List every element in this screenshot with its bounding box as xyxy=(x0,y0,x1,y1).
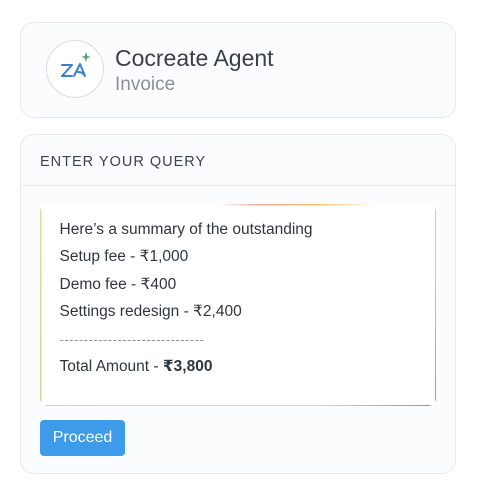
query-input[interactable]: Here’s a summary of the outstanding Setu… xyxy=(41,205,435,405)
total-amount: ₹3,800 xyxy=(162,358,213,375)
query-input-border: Here’s a summary of the outstanding Setu… xyxy=(40,204,436,406)
query-line-summary: Here’s a summary of the outstanding xyxy=(59,220,313,238)
query-title: ENTER YOUR QUERY xyxy=(40,154,207,170)
query-card: ENTER YOUR QUERY Here’s a summary of the… xyxy=(20,134,456,474)
query-header: ENTER YOUR QUERY xyxy=(21,135,455,186)
zia-sparkle-logo-icon xyxy=(61,52,91,77)
agent-card: Cocreate Agent Invoice xyxy=(20,22,456,118)
query-total: Total Amount - ₹3,800 xyxy=(60,356,435,378)
query-divider: ------------------------------ xyxy=(59,331,205,347)
agent-name: Cocreate Agent xyxy=(115,45,274,71)
total-label: Total Amount - xyxy=(59,358,163,375)
agent-subtitle: Invoice xyxy=(115,74,176,95)
query-line-demo-fee: Demo fee - ₹400 xyxy=(59,275,177,293)
query-line-setup-fee: Setup fee - ₹1,000 xyxy=(59,248,189,265)
query-line-settings-redesign: Settings redesign - ₹2,400 xyxy=(59,303,242,320)
agent-logo xyxy=(46,40,104,98)
proceed-button[interactable]: Proceed xyxy=(40,420,125,456)
